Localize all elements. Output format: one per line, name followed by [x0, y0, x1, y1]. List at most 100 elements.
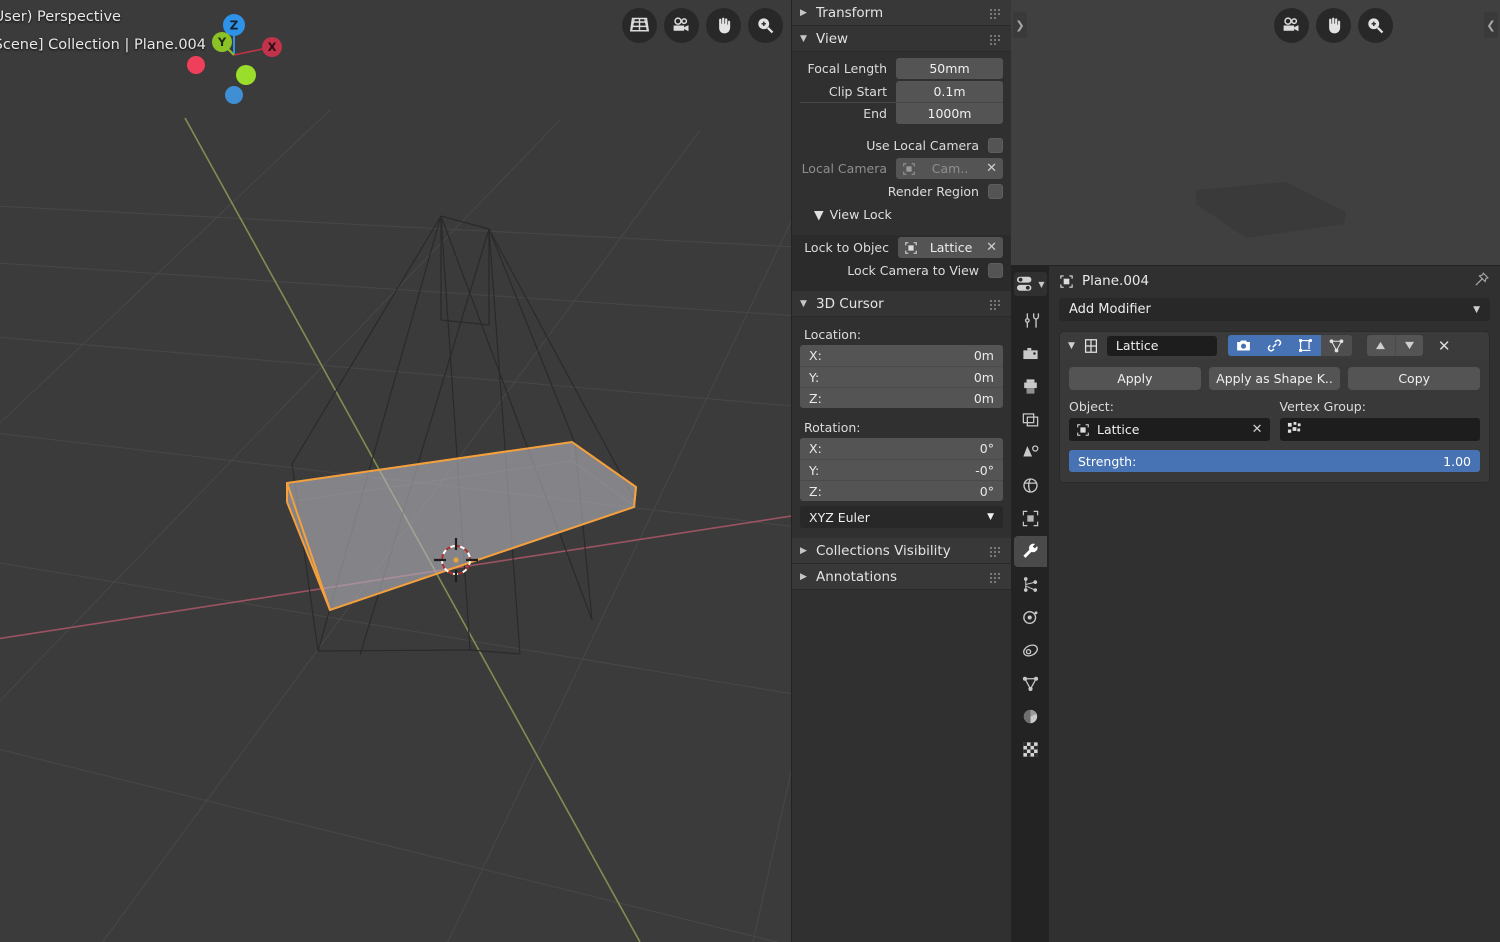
- copy-button[interactable]: Copy: [1348, 367, 1481, 390]
- modifier-name-field[interactable]: Lattice: [1106, 335, 1217, 356]
- panel-header-view[interactable]: ▼ View: [792, 26, 1011, 52]
- properties-tab-particles[interactable]: [1014, 569, 1047, 600]
- chevron-down-icon: ▼: [1038, 279, 1045, 289]
- properties-tab-modifiers[interactable]: [1013, 536, 1047, 567]
- subpanel-header-view-lock[interactable]: ▼ View Lock: [800, 204, 1003, 225]
- object-square-icon: [1022, 510, 1038, 527]
- viewport-3d[interactable]: (User) Perspective [Scene] Collection | …: [0, 0, 1011, 942]
- local-camera-field[interactable]: Cam.. ✕: [896, 158, 1003, 179]
- cursor-location-y[interactable]: Y: 0m: [800, 366, 1003, 387]
- use-local-camera-checkbox[interactable]: [988, 138, 1003, 153]
- panel-title-3d-cursor: 3D Cursor: [816, 295, 884, 312]
- close-x-icon[interactable]: ✕: [1438, 337, 1451, 355]
- properties-tab-constraints[interactable]: [1014, 635, 1047, 666]
- properties-tab-physics[interactable]: [1014, 602, 1047, 633]
- pan-hand-icon[interactable]: [706, 8, 741, 43]
- cursor-location-x[interactable]: X: 0m: [800, 345, 1003, 366]
- sidebar-expand-arrow-right[interactable]: ❮: [1484, 12, 1498, 38]
- cursor-rotation-y-value: -0°: [975, 462, 994, 478]
- row-focal-length: Focal Length 50mm: [800, 58, 1003, 79]
- lock-to-object-field[interactable]: Lattice ✕: [898, 237, 1003, 258]
- camera-icon: [1237, 340, 1250, 351]
- modifier-vertex-group-field[interactable]: [1279, 418, 1480, 441]
- properties-tab-view-layer[interactable]: [1014, 404, 1047, 435]
- properties-tab-output[interactable]: [1014, 371, 1047, 402]
- grid-toggle-icon[interactable]: [622, 8, 657, 43]
- apply-as-shape-key-button[interactable]: Apply as Shape K..: [1208, 367, 1341, 390]
- cursor-rotation-z-value: 0°: [979, 483, 994, 499]
- clear-modifier-object-icon[interactable]: ✕: [1250, 423, 1263, 436]
- move-modifier-down-button[interactable]: [1394, 335, 1423, 356]
- render-region-checkbox[interactable]: [988, 184, 1003, 199]
- properties-tab-data[interactable]: [1014, 668, 1047, 699]
- viewport-nav-buttons: [622, 8, 783, 43]
- use-local-camera-label: Use Local Camera: [866, 138, 979, 153]
- cursor-location-fields: X: 0m Y: 0m Z: 0m: [800, 345, 1003, 408]
- panel-header-annotations[interactable]: ▶ Annotations: [792, 564, 1011, 590]
- clip-start-field[interactable]: 0.1m: [896, 81, 1003, 102]
- properties-tab-scene[interactable]: [1014, 437, 1047, 468]
- rotation-mode-dropdown[interactable]: XYZ Euler ▼: [800, 506, 1003, 528]
- clip-end-field[interactable]: 1000m: [896, 102, 1003, 124]
- link-icon: [1267, 339, 1282, 352]
- chevron-right-icon: ▶: [800, 7, 807, 18]
- secondary-viewport-nav-buttons: [1274, 8, 1393, 43]
- edit-mode-toggle[interactable]: [1289, 335, 1321, 356]
- sidebar-expand-arrow-left[interactable]: ❯: [1013, 12, 1027, 38]
- panel-header-3d-cursor[interactable]: ▼ 3D Cursor: [792, 291, 1011, 317]
- axis-navigation-gizmo[interactable]: Z Y X: [176, 5, 286, 115]
- cursor-location-z[interactable]: Z: 0m: [800, 387, 1003, 408]
- clear-lock-object-icon[interactable]: ✕: [984, 241, 997, 254]
- modifier-card-lattice: ▼ Lattice ✕ Apply Apply as Shape K.. Cop…: [1059, 331, 1490, 483]
- secondary-viewport[interactable]: ❯ ❮: [1011, 0, 1500, 266]
- modifier-strength-slider[interactable]: Strength: 1.00: [1069, 450, 1480, 472]
- modifier-header[interactable]: ▼ Lattice ✕: [1060, 332, 1489, 359]
- properties-tab-object[interactable]: [1014, 503, 1047, 534]
- editor-type-selector[interactable]: ▼: [1013, 272, 1047, 296]
- properties-tab-tool[interactable]: [1014, 305, 1047, 336]
- zoom-magnifier-icon[interactable]: [748, 8, 783, 43]
- render-visibility-toggle[interactable]: [1227, 335, 1259, 356]
- properties-tab-texture[interactable]: [1014, 734, 1047, 765]
- cursor-rotation-z[interactable]: Z: 0°: [800, 480, 1003, 501]
- world-globe-icon: [1022, 478, 1038, 493]
- panel-title-transform: Transform: [816, 4, 884, 21]
- zoom-magnifier-icon[interactable]: [1358, 8, 1393, 43]
- add-modifier-button[interactable]: Add Modifier ▼: [1059, 298, 1490, 321]
- chevron-down-icon: ▼: [800, 33, 807, 44]
- gizmo-y-label: Y: [217, 35, 227, 49]
- cursor-rotation-x[interactable]: X: 0°: [800, 438, 1003, 459]
- properties-tab-material[interactable]: [1014, 701, 1047, 732]
- chevron-down-icon[interactable]: ▼: [1068, 341, 1075, 351]
- move-modifier-up-button[interactable]: [1366, 335, 1395, 356]
- panel-header-transform[interactable]: ▶ Transform: [792, 0, 1011, 26]
- focal-length-field[interactable]: 50mm: [896, 58, 1003, 79]
- pan-hand-icon[interactable]: [1316, 8, 1351, 43]
- properties-main-area: Plane.004 Add Modifier ▼ ▼ Lattice ✕ App…: [1049, 266, 1500, 942]
- panel-header-collections-visibility[interactable]: ▶ Collections Visibility: [792, 538, 1011, 564]
- cursor-rotation-x-axis: X:: [809, 441, 822, 456]
- tool-icon: [1024, 313, 1039, 328]
- realtime-visibility-toggle[interactable]: [1258, 335, 1290, 356]
- cursor-location-z-axis: Z:: [809, 390, 822, 406]
- lock-camera-to-view-checkbox[interactable]: [988, 263, 1003, 278]
- modifier-object-field[interactable]: Lattice ✕: [1069, 418, 1270, 441]
- pin-icon[interactable]: [1473, 271, 1490, 292]
- camera-view-icon[interactable]: [664, 8, 699, 43]
- panel-grip-icon: [989, 8, 1003, 19]
- properties-tab-world[interactable]: [1014, 470, 1047, 501]
- on-cage-toggle[interactable]: [1320, 335, 1352, 356]
- camera-view-icon[interactable]: [1274, 8, 1309, 43]
- chevron-down-icon: ▼: [987, 512, 994, 522]
- lock-camera-to-view-label: Lock Camera to View: [847, 263, 979, 278]
- properties-editor-icon: [1017, 276, 1032, 291]
- apply-button[interactable]: Apply: [1069, 367, 1201, 390]
- clear-local-camera-icon[interactable]: ✕: [984, 162, 997, 175]
- cursor-rotation-y[interactable]: Y: -0°: [800, 459, 1003, 480]
- texture-checker-icon: [1022, 742, 1038, 757]
- wrench-icon: [1022, 543, 1038, 558]
- properties-tab-render[interactable]: [1014, 338, 1047, 369]
- cursor-rotation-label: Rotation:: [804, 420, 861, 435]
- mesh-data-triangle-icon: [1022, 676, 1038, 692]
- vertex-triangle-icon: [1329, 339, 1344, 353]
